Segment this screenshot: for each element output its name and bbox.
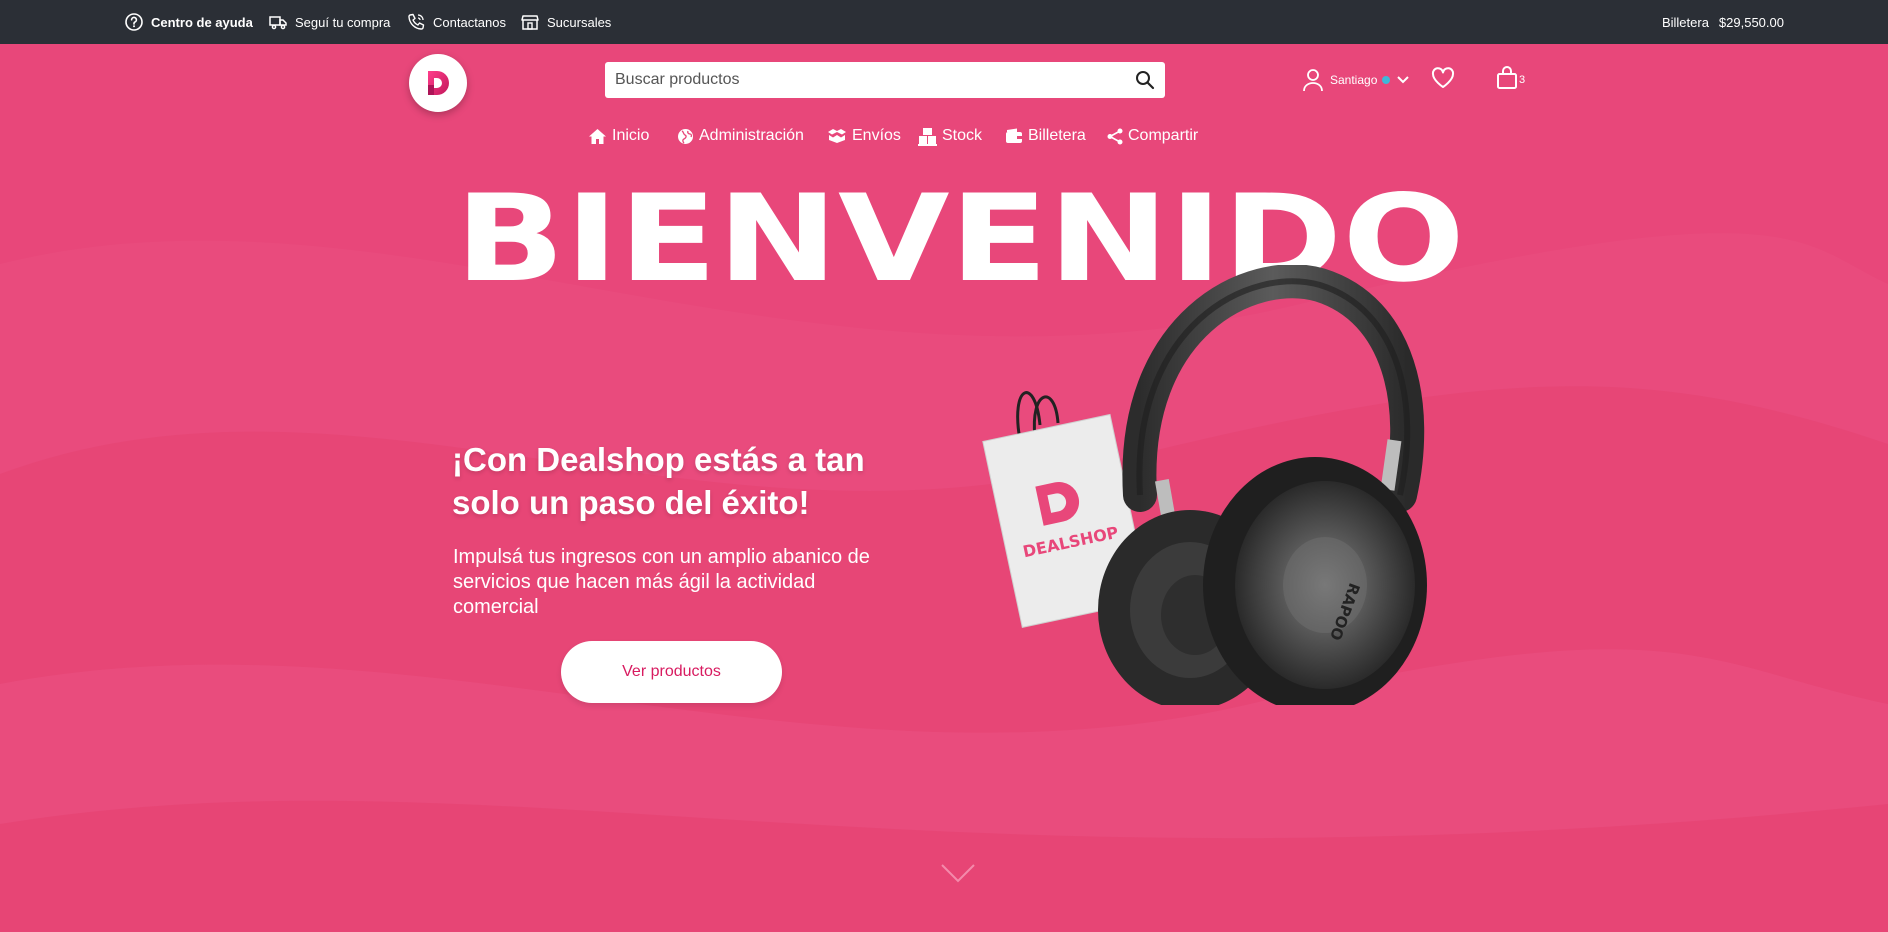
nav-label-envios: Envíos (852, 127, 901, 144)
heart-icon (1431, 67, 1455, 88)
store-icon (521, 15, 539, 30)
shopping-bag-icon (1497, 66, 1517, 89)
cart-button[interactable]: 3 (1496, 66, 1525, 90)
user-name: Santiago (1330, 73, 1378, 87)
track-order-label: Seguí tu compra (295, 14, 391, 30)
user-menu[interactable]: Santiago (1302, 66, 1410, 94)
boxes-icon (828, 129, 846, 143)
track-order-link[interactable]: Seguí tu compra (268, 0, 390, 44)
search-bar (605, 62, 1165, 98)
truck-icon (269, 16, 287, 30)
view-products-button[interactable]: Ver productos (561, 641, 782, 703)
phone-icon (408, 13, 425, 30)
contact-link[interactable]: Contactanos (406, 0, 506, 44)
branches-label: Sucursales (547, 14, 612, 30)
chevron-down-icon (941, 864, 975, 883)
chevron-down-icon (1397, 76, 1410, 84)
nav-item-envios[interactable]: Envíos (827, 122, 901, 150)
dealshop-d-icon (428, 71, 449, 95)
user-icon (1303, 69, 1323, 92)
hero-subline: Impulsá tus ingresos con un amplio abani… (453, 546, 870, 618)
dealshop-logo[interactable] (409, 54, 467, 112)
nav-label-inicio: Inicio (612, 127, 650, 144)
search-input[interactable] (605, 62, 1125, 98)
home-icon (589, 128, 606, 144)
wallet-balance[interactable]: Billetera $29,550.00 (1662, 0, 1784, 44)
nav-item-administracion[interactable]: Administración (677, 122, 804, 150)
cart-count: 3 (1519, 74, 1526, 86)
nav-item-stock[interactable]: Stock (918, 122, 982, 150)
scroll-down-indicator[interactable] (940, 863, 976, 888)
help-center-label: Centro de ayuda (151, 14, 253, 30)
nav-label-administracion: Administración (699, 127, 804, 144)
online-status-dot (1382, 76, 1391, 84)
question-circle-icon (125, 13, 143, 31)
wallet-icon (1006, 128, 1022, 143)
share-icon (1107, 128, 1123, 144)
help-center-link[interactable]: Centro de ayuda (124, 0, 253, 44)
headphones-and-bag-image: DEALSHOP RAPOO (982, 265, 1427, 705)
main-nav: Inicio Administración Envíos Stock Bille… (0, 122, 1888, 150)
nav-item-compartir[interactable]: Compartir (1107, 122, 1198, 150)
nav-label-billetera: Billetera (1028, 127, 1086, 144)
stock-icon (918, 127, 937, 146)
wishlist-button[interactable] (1431, 67, 1455, 94)
globe-icon (678, 128, 693, 144)
contact-label: Contactanos (433, 14, 506, 30)
branches-link[interactable]: Sucursales (520, 0, 611, 44)
search-icon[interactable] (1125, 62, 1165, 98)
nav-label-compartir: Compartir (1128, 127, 1199, 144)
wallet-amount: $29,550.00 (1718, 14, 1784, 30)
wallet-label: Billetera (1661, 14, 1709, 30)
nav-item-billetera[interactable]: Billetera (1005, 122, 1086, 150)
top-bar: Centro de ayuda Seguí tu compra Contacta… (0, 0, 1888, 44)
hero-headline: ¡Con Dealshop estás a tan solo un paso d… (452, 441, 865, 521)
nav-item-inicio[interactable]: Inicio (588, 122, 649, 150)
nav-label-stock: Stock (942, 127, 983, 144)
